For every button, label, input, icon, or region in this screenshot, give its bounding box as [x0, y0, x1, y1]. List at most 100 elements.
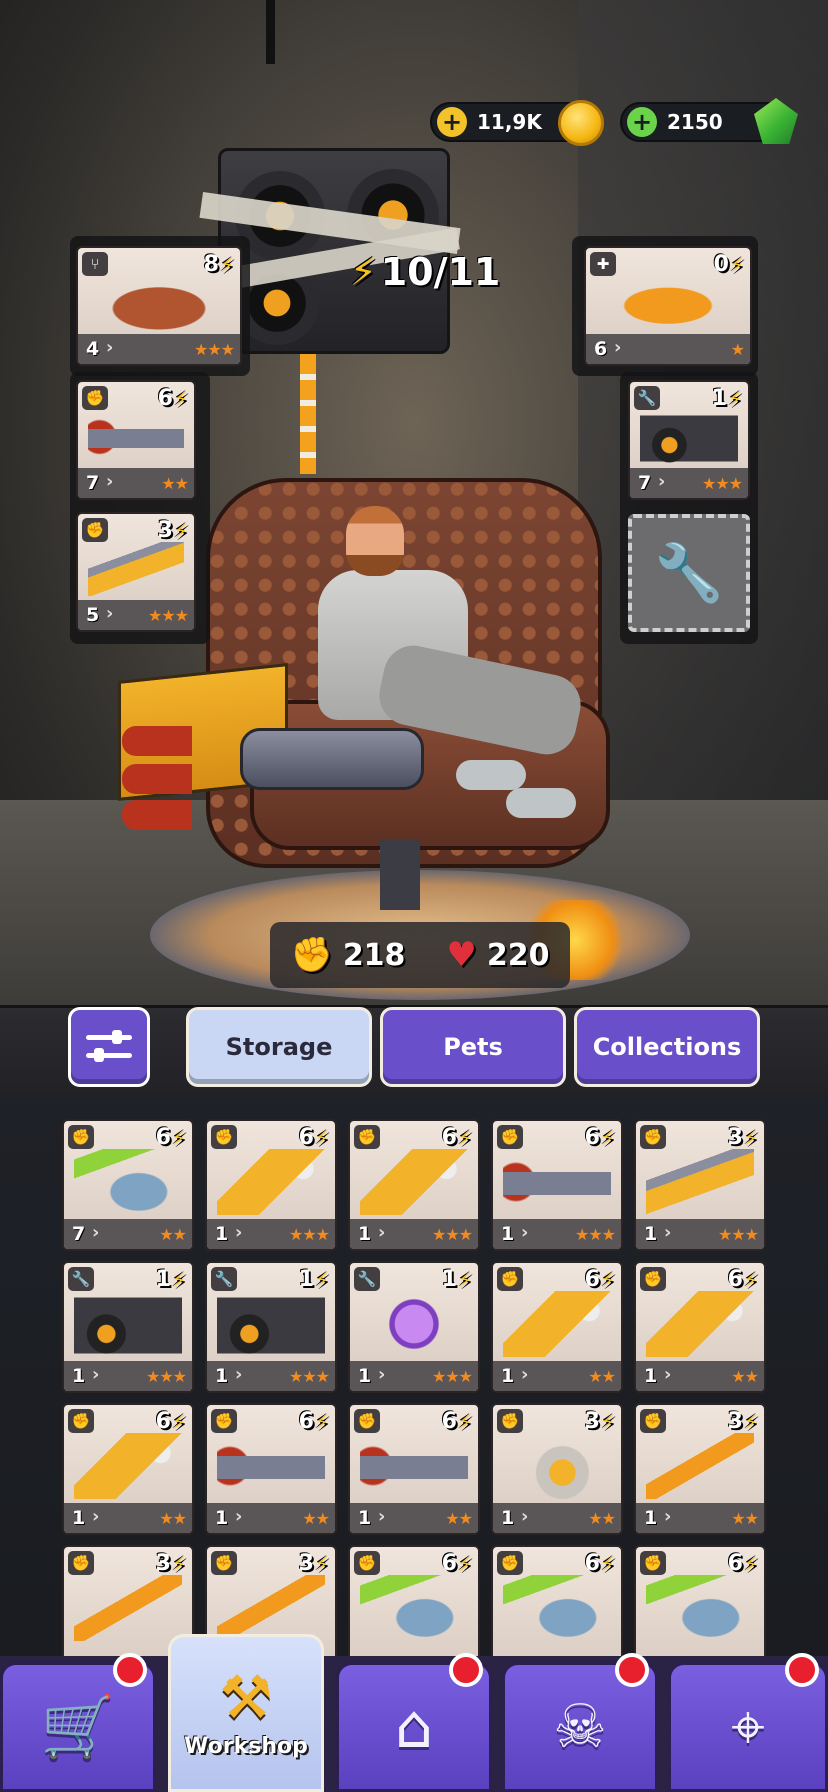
- item-card-drill-gun[interactable]: ✊ 6 ⚡ 1 ★★ ›: [634, 1261, 766, 1393]
- add-coins-icon[interactable]: +: [437, 107, 467, 137]
- spiked-bat-icon: [217, 1575, 325, 1641]
- fist-icon: ✊: [68, 1551, 94, 1575]
- tab-storage[interactable]: Storage: [186, 1007, 372, 1087]
- energy-cost-value: 3: [157, 518, 173, 543]
- rocket: [122, 764, 192, 794]
- lightning-icon: ⚡: [314, 1125, 329, 1150]
- energy-cost: 0 ⚡: [714, 252, 744, 277]
- card-footer: 5 ★★★: [78, 600, 194, 630]
- energy-cost-value: 6: [155, 1125, 171, 1150]
- energy-cost: 6 ⚡: [585, 1125, 615, 1150]
- energy-cost: 6 ⚡: [728, 1551, 758, 1576]
- empty-gadget-slot[interactable]: 🔧: [628, 514, 750, 632]
- tab-collections[interactable]: Collections: [574, 1007, 760, 1087]
- item-card-armchair-equipped[interactable]: ⑂ 8 ⚡ 4 ★★★ ›: [76, 246, 242, 366]
- item-card-speaker[interactable]: 🔧 1 ⚡ 1 ★★★ ›: [205, 1261, 337, 1393]
- chevron-right-icon: ›: [92, 1506, 100, 1527]
- item-card-spiked-bat[interactable]: ✊ 3 ⚡ 1 ★★ ›: [634, 1403, 766, 1535]
- chevron-right-icon: ›: [664, 1506, 672, 1527]
- cannon-icon: [646, 1149, 754, 1215]
- item-count: 1: [358, 1507, 372, 1529]
- energy-cost-value: 3: [155, 1551, 171, 1576]
- lightning-icon: ⚡: [219, 252, 234, 277]
- item-card-shark-gun[interactable]: ✊ 6 ⚡ 7 ★★ ›: [62, 1119, 194, 1251]
- lightning-icon: ⚡: [600, 1267, 615, 1292]
- energy-cost-value: 1: [711, 386, 727, 411]
- card-footer: 1 ★★★: [350, 1219, 478, 1249]
- card-footer: 1 ★★★: [493, 1219, 621, 1249]
- chevron-right-icon: ›: [235, 1506, 243, 1527]
- item-card-minigun-equipped[interactable]: ✊ 6 ⚡ 7 ★★ ›: [76, 380, 196, 500]
- energy-cost: 1 ⚡: [712, 386, 742, 411]
- item-card-shark-gun[interactable]: ✊ 6 ⚡: [348, 1545, 480, 1657]
- energy-cost: 6 ⚡: [442, 1125, 472, 1150]
- item-card-speaker[interactable]: 🔧 1 ⚡ 1 ★★★ ›: [62, 1261, 194, 1393]
- chair-icon: ⑂: [82, 252, 108, 276]
- item-count: 7: [86, 472, 100, 494]
- nav-battle[interactable]: ☠: [502, 1653, 658, 1792]
- nav-workshop[interactable]: ⚒ Workshop: [168, 1634, 324, 1792]
- lightning-icon: ⚡: [314, 1267, 329, 1292]
- item-card-shark-gun[interactable]: ✊ 6 ⚡: [491, 1545, 623, 1657]
- chair-base: [380, 840, 420, 910]
- gamepad-icon: ✚: [590, 252, 616, 276]
- lightning-icon: ⚡: [173, 386, 188, 411]
- nav-targets[interactable]: ⌖: [668, 1653, 828, 1792]
- energy-cost-value: 6: [584, 1551, 600, 1576]
- storage-grid[interactable]: ✊ 6 ⚡ 7 ★★ › ✊ 6 ⚡ 1 ★★★ › ✊ 6 ⚡ 1 ★★★ › ✊ 6 ⚡ 1 ★★★ › ✊ 3 ⚡ 1 ★★★ › 🔧…: [0, 1097, 828, 1657]
- item-card-drill-gun[interactable]: ✊ 6 ⚡ 1 ★★ ›: [491, 1261, 623, 1393]
- nav-shop[interactable]: 🛒: [0, 1653, 156, 1792]
- add-gems-icon[interactable]: +: [627, 107, 657, 137]
- lightning-icon: ⚡: [600, 1409, 615, 1434]
- item-card-drill-gun[interactable]: ✊ 6 ⚡ 1 ★★ ›: [62, 1403, 194, 1535]
- lightning-icon: ⚡: [743, 1267, 758, 1292]
- fist-icon: ✊: [82, 386, 108, 410]
- health-stat: ♥ 220: [446, 935, 549, 975]
- fist-icon: ✊: [211, 1409, 237, 1433]
- chevron-right-icon: ›: [658, 471, 666, 492]
- energy-cost: 1 ⚡: [442, 1267, 472, 1292]
- item-card-cannon[interactable]: ✊ 3 ⚡ 1 ★★★ ›: [634, 1119, 766, 1251]
- item-card-disco-ball[interactable]: 🔧 1 ⚡ 1 ★★★ ›: [348, 1261, 480, 1393]
- card-footer: 4 ★★★: [78, 334, 240, 364]
- star-rating: ★★: [588, 1366, 616, 1386]
- energy-cost-value: 6: [727, 1551, 743, 1576]
- item-count: 5: [86, 604, 100, 626]
- item-card-minigun[interactable]: ✊ 6 ⚡ 1 ★★ ›: [205, 1403, 337, 1535]
- item-count: 1: [644, 1365, 658, 1387]
- item-card-speaker-equipped[interactable]: 🔧 1 ⚡ 7 ★★★ ›: [628, 380, 750, 500]
- energy-cost-value: 6: [298, 1409, 314, 1434]
- energy-cost-value: 3: [584, 1409, 600, 1434]
- item-card-gamepad-equipped[interactable]: ✚ 0 ⚡ 6 ★ ›: [584, 246, 752, 366]
- character-stats: ✊ 218 ♥ 220: [270, 922, 570, 988]
- item-count: 1: [358, 1365, 372, 1387]
- item-card-cannon-equipped[interactable]: ✊ 3 ⚡ 5 ★★★ ›: [76, 512, 196, 632]
- energy-cost-value: 6: [155, 1409, 171, 1434]
- item-card-minigun[interactable]: ✊ 6 ⚡ 1 ★★★ ›: [491, 1119, 623, 1251]
- spiked-bat-icon: [646, 1433, 754, 1499]
- energy-cost: 3 ⚡: [156, 1551, 186, 1576]
- tab-pets[interactable]: Pets: [380, 1007, 566, 1087]
- item-card-drill-gun[interactable]: ✊ 6 ⚡ 1 ★★★ ›: [348, 1119, 480, 1251]
- energy-cost: 3 ⚡: [728, 1125, 758, 1150]
- star-rating: ★★★: [431, 1224, 473, 1244]
- gems-counter[interactable]: + 2150: [620, 98, 798, 144]
- energy-cost-value: 6: [441, 1409, 457, 1434]
- character-head: [346, 506, 404, 576]
- item-card-drill-gun[interactable]: ✊ 6 ⚡ 1 ★★★ ›: [205, 1119, 337, 1251]
- energy-cost: 6 ⚡: [299, 1409, 329, 1434]
- fist-icon: ✊: [211, 1551, 237, 1575]
- energy-cost: 3 ⚡: [158, 518, 188, 543]
- energy-cost: 6 ⚡: [442, 1409, 472, 1434]
- card-footer: 6 ★: [586, 334, 750, 364]
- coins-counter[interactable]: + 11,9K: [430, 100, 604, 146]
- item-card-shark-gun[interactable]: ✊ 6 ⚡: [634, 1545, 766, 1657]
- filter-button[interactable]: [68, 1007, 150, 1087]
- speaker-icon: [217, 1291, 325, 1357]
- lightning-icon: ⚡: [171, 1551, 186, 1576]
- item-card-saw-blade[interactable]: ✊ 3 ⚡ 1 ★★ ›: [491, 1403, 623, 1535]
- item-card-minigun[interactable]: ✊ 6 ⚡ 1 ★★ ›: [348, 1403, 480, 1535]
- character-shoe: [456, 760, 526, 790]
- energy-cost-value: 6: [441, 1125, 457, 1150]
- nav-home[interactable]: ⌂: [336, 1653, 492, 1792]
